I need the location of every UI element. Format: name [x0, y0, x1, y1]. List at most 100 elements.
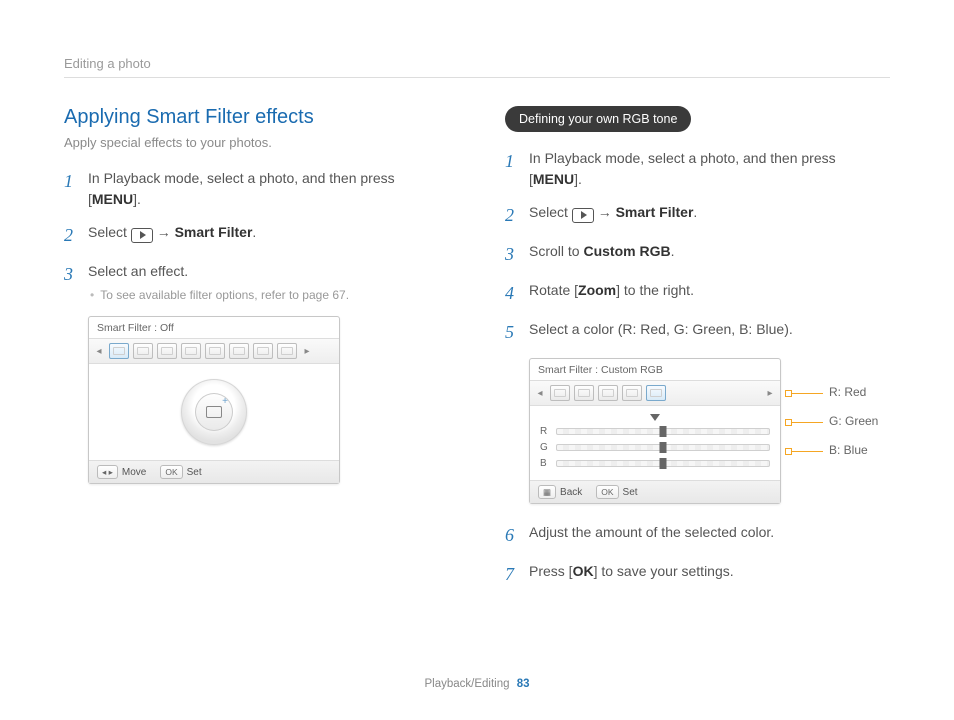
ok-button-icon: OK — [160, 465, 182, 479]
set-label: Set — [623, 487, 638, 498]
section-subtitle: Apply special effects to your photos. — [64, 135, 449, 150]
filter-chip[interactable] — [133, 343, 153, 359]
text: ]. — [574, 171, 582, 187]
subsection-pill: Defining your own RGB tone — [505, 106, 691, 132]
set-label: Set — [187, 467, 202, 478]
breadcrumb: Editing a photo — [64, 56, 890, 78]
text: . — [693, 204, 697, 220]
rgb-sliders: R G B — [530, 406, 780, 480]
playback-icon — [572, 208, 594, 223]
set-hint: OK Set — [596, 485, 637, 499]
image-icon — [195, 393, 233, 431]
step-6: 6 Adjust the amount of the selected colo… — [505, 522, 890, 549]
slider-thumb[interactable] — [660, 442, 667, 453]
page-footer: Playback/Editing 83 — [0, 678, 954, 690]
step-number: 1 — [505, 148, 519, 175]
filter-chip-selected[interactable] — [646, 385, 666, 401]
color-selector-caret — [540, 414, 770, 421]
filter-chip[interactable] — [157, 343, 177, 359]
menu-label: MENU — [92, 191, 133, 207]
step-text: Press [OK] to save your settings. — [529, 561, 890, 582]
sub-bullet: To see available filter options, refer t… — [88, 286, 449, 304]
camera-preview-custom-rgb: Smart Filter : Custom RGB ◂ ▸ — [529, 358, 781, 504]
step-text: In Playback mode, select a photo, and th… — [529, 148, 890, 190]
steps-left: 1 In Playback mode, select a photo, and … — [64, 168, 449, 304]
step-number: 2 — [505, 202, 519, 229]
filter-chip[interactable] — [622, 385, 642, 401]
back-label: Back — [560, 487, 582, 498]
text: . — [671, 243, 675, 259]
footer-page-number: 83 — [517, 678, 530, 690]
callout-b: B: Blue — [789, 443, 878, 457]
camera-title: Smart Filter : Custom RGB — [530, 359, 780, 380]
step-text: Select a color (R: Red, G: Green, B: Blu… — [529, 319, 890, 340]
filter-chip[interactable] — [229, 343, 249, 359]
move-hint: ◂ ▸ Move — [97, 465, 146, 479]
set-hint: OK Set — [160, 465, 201, 479]
step-number: 2 — [64, 222, 78, 249]
text: ]. — [133, 191, 141, 207]
text: ] to save your settings. — [594, 563, 734, 579]
left-column: Applying Smart Filter effects Apply spec… — [64, 106, 449, 600]
step-5: 5 Select a color (R: Red, G: Green, B: B… — [505, 319, 890, 346]
back-button-icon: ▦ — [538, 485, 556, 499]
text: Press [ — [529, 563, 573, 579]
text: ] to the right. — [616, 282, 694, 298]
filter-chip-selected[interactable] — [109, 343, 129, 359]
strip-right-arrow[interactable]: ▸ — [301, 342, 313, 360]
step-4: 4 Rotate [Zoom] to the right. — [505, 280, 890, 307]
filter-chip[interactable] — [181, 343, 201, 359]
zoom-label: Zoom — [578, 282, 616, 298]
filter-chip[interactable] — [253, 343, 273, 359]
step-text: In Playback mode, select a photo, and th… — [88, 168, 449, 210]
text: Rotate [ — [529, 282, 578, 298]
camera-preview-smart-filter: Smart Filter : Off ◂ ▸ — [88, 316, 340, 484]
smart-filter-label: Smart Filter — [616, 204, 694, 220]
filter-strip: ◂ ▸ — [530, 380, 780, 406]
camera-footer: ◂ ▸ Move OK Set — [89, 460, 339, 483]
ok-label: OK — [573, 563, 594, 579]
step-3: 3 Scroll to Custom RGB. — [505, 241, 890, 268]
two-column-layout: Applying Smart Filter effects Apply spec… — [64, 106, 890, 600]
step-text: Rotate [Zoom] to the right. — [529, 280, 890, 301]
back-hint: ▦ Back — [538, 485, 582, 499]
strip-left-arrow[interactable]: ◂ — [534, 384, 546, 402]
filter-chip[interactable] — [598, 385, 618, 401]
step-text: Select → Smart Filter. — [529, 202, 890, 223]
step-number: 1 — [64, 168, 78, 195]
filter-chip[interactable] — [574, 385, 594, 401]
filter-chip[interactable] — [277, 343, 297, 359]
b-label: B — [540, 458, 550, 469]
menu-label: MENU — [533, 171, 574, 187]
strip-left-arrow[interactable]: ◂ — [93, 342, 105, 360]
step-3: 3 Select an effect. To see available fil… — [64, 261, 449, 304]
dial-ring[interactable] — [181, 379, 247, 445]
step-2: 2 Select → Smart Filter. — [505, 202, 890, 229]
rgb-callouts: R: Red G: Green B: Blue — [789, 385, 878, 472]
filter-chip[interactable] — [550, 385, 570, 401]
g-slider[interactable] — [556, 444, 770, 451]
section-title: Applying Smart Filter effects — [64, 106, 449, 129]
slider-thumb[interactable] — [660, 426, 667, 437]
filter-chip[interactable] — [205, 343, 225, 359]
text: . — [252, 224, 256, 240]
text: → — [594, 204, 616, 220]
camera-title: Smart Filter : Off — [89, 317, 339, 338]
slider-thumb[interactable] — [660, 458, 667, 469]
footer-section: Playback/Editing — [424, 678, 509, 690]
g-label: G — [540, 442, 550, 453]
step-text: Select → Smart Filter. — [88, 222, 449, 243]
camera-footer: ▦ Back OK Set — [530, 480, 780, 503]
step-number: 6 — [505, 522, 519, 549]
strip-right-arrow[interactable]: ▸ — [764, 384, 776, 402]
g-slider-row: G — [540, 442, 770, 453]
steps-right-b: 6 Adjust the amount of the selected colo… — [505, 522, 890, 588]
b-slider[interactable] — [556, 460, 770, 467]
steps-right-a: 1 In Playback mode, select a photo, and … — [505, 148, 890, 346]
step-number: 4 — [505, 280, 519, 307]
r-slider[interactable] — [556, 428, 770, 435]
camera-stage — [89, 364, 339, 460]
step-1: 1 In Playback mode, select a photo, and … — [505, 148, 890, 190]
ok-button-icon: OK — [596, 485, 618, 499]
r-slider-row: R — [540, 426, 770, 437]
